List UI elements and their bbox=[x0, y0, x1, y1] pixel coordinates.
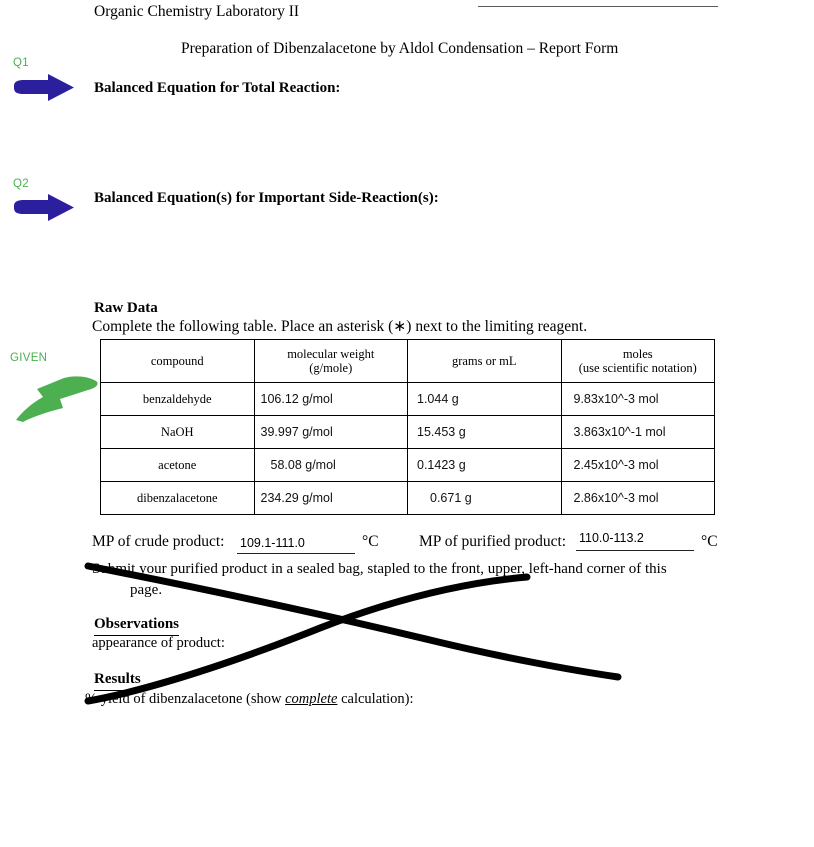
table-row: acetone 58.08 g/mol 0.1423 g 2.45x10^-3 … bbox=[100, 448, 715, 482]
entry-mass-dibenzalacetone: 0.671 g bbox=[430, 491, 472, 505]
table-header-molecular-weight: molecular weight (g/mole) bbox=[253, 339, 408, 383]
prompt-percent-yield: % yield of dibenzalacetone (show complet… bbox=[85, 690, 414, 709]
entry-moles-naoh: 3.863x10^-1 mol bbox=[573, 425, 666, 439]
table-row: dibenzalacetone 234.29 g/mol 0.671 g 2.8… bbox=[100, 481, 715, 515]
compound-name-naoh: NaOH bbox=[160, 424, 194, 439]
header-sublabel-molecular-weight: (g/mole) bbox=[309, 361, 353, 375]
cell-compound: benzaldehyde bbox=[100, 382, 255, 416]
blue-arrow-q2-icon bbox=[14, 194, 74, 221]
entry-moles-acetone: 2.45x10^-3 mol bbox=[573, 458, 659, 472]
cell-moles[interactable]: 2.86x10^-3 mol bbox=[560, 481, 715, 515]
cell-grams-or-ml[interactable]: 0.671 g bbox=[407, 481, 562, 515]
header-label-moles: moles bbox=[622, 346, 653, 361]
cell-compound: acetone bbox=[100, 448, 255, 482]
cell-molecular-weight[interactable]: 234.29 g/mol bbox=[253, 481, 408, 515]
entry-mass-benzaldehyde: 1.044 g bbox=[417, 392, 459, 406]
header-label-compound: compound bbox=[150, 353, 204, 368]
green-arrow-given-icon bbox=[16, 376, 98, 422]
table-row: benzaldehyde 106.12 g/mol 1.044 g 9.83x1… bbox=[100, 382, 715, 416]
cell-moles[interactable]: 9.83x10^-3 mol bbox=[560, 382, 715, 416]
label-mp-purified: MP of purified product: bbox=[419, 533, 567, 550]
entry-mw-dibenzalacetone: 234.29 g/mol bbox=[260, 491, 333, 505]
entry-mass-acetone: 0.1423 g bbox=[417, 458, 466, 472]
table-header-grams-or-ml: grams or mL bbox=[407, 339, 562, 383]
table-row: NaOH 39.997 g/mol 15.453 g 3.863x10^-1 m… bbox=[100, 415, 715, 449]
table-header-moles: moles (use scientific notation) bbox=[560, 339, 715, 383]
heading-raw-data: Raw Data bbox=[94, 300, 158, 316]
heading-total-reaction: Balanced Equation for Total Reaction: bbox=[94, 80, 341, 96]
header-label-grams-or-ml: grams or mL bbox=[451, 353, 517, 368]
annotation-label-given: GIVEN bbox=[10, 352, 48, 364]
value-mp-purified[interactable]: 110.0-113.2 bbox=[579, 530, 644, 546]
prompt-percent-yield-post: calculation): bbox=[337, 691, 414, 707]
raw-data-instruction: Complete the following table. Place an a… bbox=[92, 318, 588, 335]
header-label-molecular-weight: molecular weight bbox=[287, 346, 375, 361]
name-blank-rule bbox=[478, 6, 718, 7]
entry-mw-naoh: 39.997 g/mol bbox=[260, 425, 333, 439]
rule-mp-purified bbox=[576, 550, 694, 551]
entry-mw-acetone: 58.08 g/mol bbox=[270, 458, 336, 472]
entry-moles-benzaldehyde: 9.83x10^-3 mol bbox=[573, 392, 659, 406]
heading-observations: Observations bbox=[94, 615, 180, 636]
annotation-label-q1: Q1 bbox=[13, 57, 29, 69]
cell-moles[interactable]: 2.45x10^-3 mol bbox=[560, 448, 715, 482]
cell-grams-or-ml[interactable]: 0.1423 g bbox=[407, 448, 562, 482]
cell-compound: dibenzalacetone bbox=[100, 481, 255, 515]
blue-arrow-q1-icon bbox=[14, 74, 74, 101]
prompt-appearance-of-product: appearance of product: bbox=[92, 635, 225, 651]
compound-name-benzaldehyde: benzaldehyde bbox=[142, 391, 212, 406]
entry-mw-benzaldehyde: 106.12 g/mol bbox=[260, 392, 333, 406]
table-header-compound: compound bbox=[100, 339, 255, 383]
header-sublabel-moles: (use scientific notation) bbox=[578, 361, 697, 375]
raw-data-table: compound molecular weight (g/mole) grams… bbox=[100, 339, 715, 515]
annotation-label-q2: Q2 bbox=[13, 178, 29, 190]
table-header-row: compound molecular weight (g/mole) grams… bbox=[100, 339, 715, 383]
heading-results: Results bbox=[94, 670, 141, 691]
report-form-page: Organic Chemistry Laboratory II Preparat… bbox=[0, 0, 814, 847]
cell-grams-or-ml[interactable]: 1.044 g bbox=[407, 382, 562, 416]
cell-grams-or-ml[interactable]: 15.453 g bbox=[407, 415, 562, 449]
submit-note-line-2: page. bbox=[130, 582, 163, 598]
report-title: Preparation of Dibenzalacetone by Aldol … bbox=[181, 40, 619, 57]
submit-instruction-note: Submit your purified product in a sealed… bbox=[92, 559, 717, 601]
compound-name-acetone: acetone bbox=[158, 457, 197, 472]
compound-name-dibenzalacetone: dibenzalacetone bbox=[136, 490, 218, 505]
unit-mp-crude: °C bbox=[362, 533, 379, 550]
cell-moles[interactable]: 3.863x10^-1 mol bbox=[560, 415, 715, 449]
submit-note-line-1: Submit your purified product in a sealed… bbox=[92, 561, 667, 577]
cell-molecular-weight[interactable]: 58.08 g/mol bbox=[253, 448, 408, 482]
entry-moles-dibenzalacetone: 2.86x10^-3 mol bbox=[573, 491, 659, 505]
prompt-percent-yield-pre: % yield of dibenzalacetone (show bbox=[85, 691, 286, 707]
heading-side-reactions: Balanced Equation(s) for Important Side-… bbox=[94, 190, 439, 206]
label-mp-crude: MP of crude product: bbox=[92, 533, 225, 550]
value-mp-crude[interactable]: 109.1-111.0 bbox=[240, 535, 305, 551]
cell-molecular-weight[interactable]: 106.12 g/mol bbox=[253, 382, 408, 416]
course-title: Organic Chemistry Laboratory II bbox=[94, 3, 300, 20]
entry-mass-naoh: 15.453 g bbox=[417, 425, 466, 439]
cell-molecular-weight[interactable]: 39.997 g/mol bbox=[253, 415, 408, 449]
rule-mp-crude bbox=[237, 553, 355, 554]
unit-mp-purified: °C bbox=[701, 533, 718, 550]
melting-point-row: MP of crude product: 109.1-111.0 °C MP o… bbox=[0, 531, 814, 555]
cell-compound: NaOH bbox=[100, 415, 255, 449]
prompt-percent-yield-emphasis: complete bbox=[285, 691, 338, 707]
